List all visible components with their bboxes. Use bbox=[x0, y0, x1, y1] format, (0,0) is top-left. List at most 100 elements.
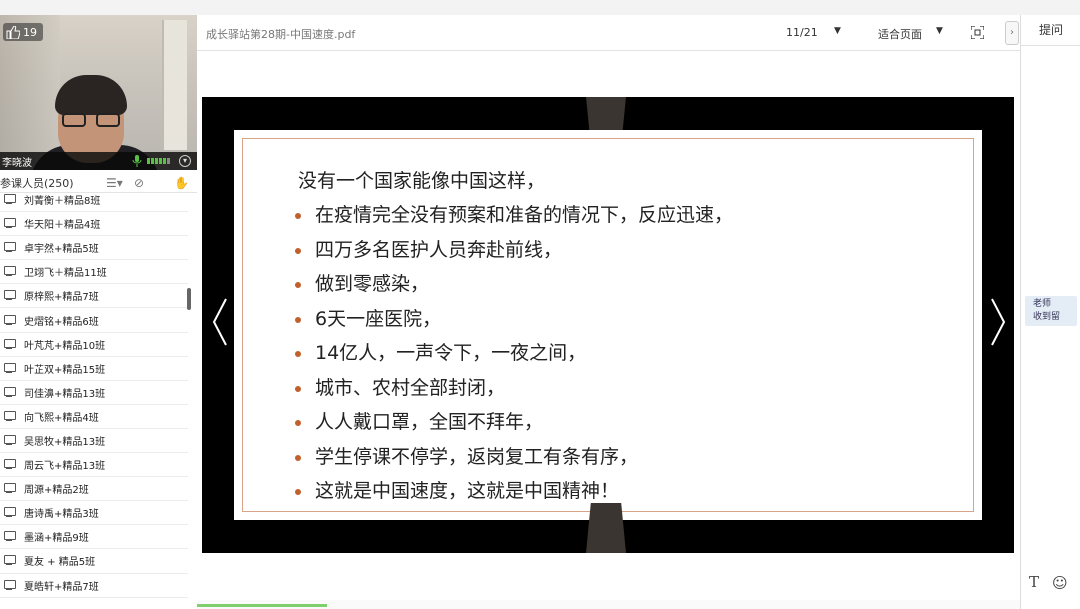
fit-mode-dropdown-icon[interactable]: ▼ bbox=[936, 26, 943, 36]
participant-row[interactable]: 夏皓轩+精品7班 bbox=[0, 574, 188, 598]
page-dropdown-icon[interactable]: ▼ bbox=[834, 26, 841, 36]
participant-name: 唐诗禹+精品3班 bbox=[24, 509, 99, 521]
next-page-arrow-icon[interactable] bbox=[988, 297, 1008, 347]
participant-list[interactable]: 刘菁衡＋精品8班 华天阳＋精品4班 卓宇然+精品5班 卫翊飞＋精品11班 原梓熙+精品7… bbox=[0, 194, 188, 609]
participants-title: 参课人员(250) bbox=[0, 176, 74, 190]
bullet-dot-icon bbox=[295, 351, 301, 357]
slide-bullet-text: 学生停课不停学，返岗复工有条有序， bbox=[315, 445, 639, 468]
slide-bullet: 城市、农村全部封闭， bbox=[289, 371, 733, 406]
presenter-glasses bbox=[62, 113, 120, 127]
computer-icon bbox=[3, 410, 16, 422]
bullet-dot-icon bbox=[295, 489, 301, 495]
participant-row[interactable]: 刘菁衡＋精品8班 bbox=[0, 194, 188, 213]
fullscreen-icon[interactable] bbox=[971, 26, 984, 39]
slide-heading: 没有一个国家能像中国这样， bbox=[298, 170, 546, 192]
participant-name: 刘菁衡＋精品8班 bbox=[24, 196, 101, 208]
like-count: 19 bbox=[23, 25, 37, 39]
computer-icon bbox=[3, 194, 16, 205]
computer-icon bbox=[3, 218, 16, 229]
participant-row[interactable]: 华天阳＋精品4班 bbox=[0, 212, 188, 237]
presenter-video[interactable]: 19 李晓波 ▾ bbox=[0, 15, 197, 170]
participant-row[interactable]: 向飞熙+精品4班 bbox=[0, 405, 188, 429]
participant-list-scrollbar[interactable] bbox=[187, 288, 191, 310]
participant-name: 华天阳＋精品4班 bbox=[24, 220, 101, 232]
computer-icon bbox=[3, 266, 16, 277]
text-format-icon[interactable]: T bbox=[1029, 573, 1039, 591]
right-panel: 提问 老师 收到留 T ☺ bbox=[1020, 15, 1080, 609]
slide-bullet: 14亿人，一声令下，一夜之间， bbox=[289, 336, 733, 371]
document-toolbar: 成长驿站第28期-中国速度.pdf 11/21 ▼ 适合页面 ▼ › bbox=[197, 15, 1020, 51]
participant-row[interactable]: 叶芷双+精品15班 bbox=[0, 357, 188, 381]
participant-row[interactable]: 原梓熙+精品7班 bbox=[0, 284, 188, 309]
microphone-icon[interactable] bbox=[132, 155, 142, 167]
document-viewer: 没有一个国家能像中国这样， 在疫情完全没有预案和准备的情况下，反应迅速， 四万多名… bbox=[197, 51, 1020, 609]
participant-row[interactable]: 卫翊飞＋精品11班 bbox=[0, 260, 188, 285]
mute-all-icon[interactable]: ⊘ bbox=[134, 176, 144, 190]
slide-bullet: 在疫情完全没有预案和准备的情况下，反应迅速， bbox=[289, 198, 733, 233]
teacher-message[interactable]: 老师 收到留 bbox=[1025, 296, 1077, 326]
computer-icon bbox=[3, 434, 16, 446]
slide-bullet-text: 城市、农村全部封闭， bbox=[315, 376, 506, 399]
participant-name: 原梓熙+精品7班 bbox=[24, 292, 99, 304]
list-menu-icon[interactable]: ☰▾ bbox=[106, 176, 123, 190]
slide-bullet: 四万多名医护人员奔赴前线， bbox=[289, 233, 733, 268]
slide-bullet-text: 四万多名医护人员奔赴前线， bbox=[315, 238, 563, 261]
slide-bullet-text: 做到零感染， bbox=[315, 273, 430, 295]
bottom-status-strip bbox=[197, 600, 1020, 609]
video-options-icon[interactable]: ▾ bbox=[179, 155, 191, 167]
slide-bullet-list: 在疫情完全没有预案和准备的情况下，反应迅速， 四万多名医护人员奔赴前线， 做到零感染… bbox=[289, 198, 733, 509]
participant-name: 卫翊飞＋精品11班 bbox=[24, 268, 107, 280]
slide-bullet: 做到零感染， bbox=[289, 267, 733, 302]
computer-icon bbox=[3, 242, 16, 253]
slide-bullet-text: 14亿人，一声令下，一夜之间， bbox=[315, 342, 587, 364]
tab-questions[interactable]: 提问 bbox=[1021, 15, 1080, 46]
hand-icon[interactable]: ✋ bbox=[174, 176, 189, 190]
computer-icon bbox=[3, 507, 16, 518]
participant-name: 卓宇然+精品5班 bbox=[24, 244, 99, 256]
participant-row[interactable]: 卓宇然+精品5班 bbox=[0, 236, 188, 261]
slide-card: 没有一个国家能像中国这样， 在疫情完全没有预案和准备的情况下，反应迅速， 四万多名… bbox=[234, 130, 982, 520]
computer-icon bbox=[3, 290, 16, 301]
participant-row[interactable]: 吴思牧+精品13班 bbox=[0, 429, 188, 454]
participants-header: 参课人员(250) ☰▾ ⊘ ✋ bbox=[0, 173, 197, 193]
participant-name: 司佳濞+精品13班 bbox=[24, 388, 106, 400]
participant-row[interactable]: 夏友 + 精品5班 bbox=[0, 549, 188, 574]
emoji-icon[interactable]: ☺ bbox=[1052, 574, 1068, 592]
slide-bullet: 学生停课不停学，返岗复工有条有序， bbox=[289, 440, 733, 475]
slide-page: 没有一个国家能像中国这样， 在疫情完全没有预案和准备的情况下，反应迅速， 四万多名… bbox=[202, 97, 1014, 553]
slide-bullet-text: 这就是中国速度，这就是中国精神！ bbox=[315, 480, 620, 502]
participant-row[interactable]: 周源+精品2班 bbox=[0, 477, 188, 502]
participant-row[interactable]: 墨涵+精品9班 bbox=[0, 525, 188, 550]
participant-row[interactable]: 司佳濞+精品13班 bbox=[0, 381, 188, 405]
bullet-dot-icon bbox=[295, 316, 301, 323]
collapse-panel-button[interactable]: › bbox=[1005, 21, 1019, 45]
video-info-bar: 李晓波 ▾ bbox=[0, 152, 197, 170]
participant-row[interactable]: 叶芃芃+精品10班 bbox=[0, 333, 188, 357]
computer-icon bbox=[3, 362, 16, 374]
presenter-name: 李晓波 bbox=[2, 157, 32, 169]
thumbs-up-icon bbox=[6, 25, 20, 39]
previous-page-arrow-icon[interactable] bbox=[210, 297, 230, 347]
computer-icon bbox=[3, 314, 16, 326]
participant-name: 吴思牧+精品13班 bbox=[24, 436, 106, 448]
fit-mode-select[interactable]: 适合页面 bbox=[878, 26, 922, 42]
bullet-dot-icon bbox=[295, 213, 301, 219]
slide-bullet-text: 6天一座医院， bbox=[315, 307, 442, 330]
computer-icon bbox=[3, 483, 16, 494]
participant-name: 史熠铭+精品6班 bbox=[24, 316, 99, 328]
participant-name: 叶芃芃+精品10班 bbox=[24, 340, 106, 352]
slide-content-frame: 没有一个国家能像中国这样， 在疫情完全没有预案和准备的情况下，反应迅速， 四万多名… bbox=[242, 138, 974, 512]
computer-icon bbox=[3, 386, 16, 398]
bullet-dot-icon bbox=[295, 247, 301, 254]
bullet-dot-icon bbox=[295, 420, 301, 426]
participant-name: 向飞熙+精品4班 bbox=[24, 412, 99, 424]
page-indicator[interactable]: 11/21 bbox=[786, 26, 818, 39]
like-button[interactable]: 19 bbox=[3, 23, 43, 41]
computer-icon bbox=[3, 555, 16, 566]
left-panel: 19 李晓波 ▾ 参课人员(250) ☰▾ ⊘ ✋ 刘菁衡＋精品8班 华天阳＋精品… bbox=[0, 15, 197, 609]
teacher-message-line: 收到留 bbox=[1033, 312, 1061, 322]
participant-row[interactable]: 唐诗禹+精品3班 bbox=[0, 501, 188, 526]
participant-row[interactable]: 史熠铭+精品6班 bbox=[0, 308, 188, 333]
participant-row[interactable]: 周云飞+精品13班 bbox=[0, 453, 188, 478]
presenter-hair bbox=[55, 75, 127, 115]
